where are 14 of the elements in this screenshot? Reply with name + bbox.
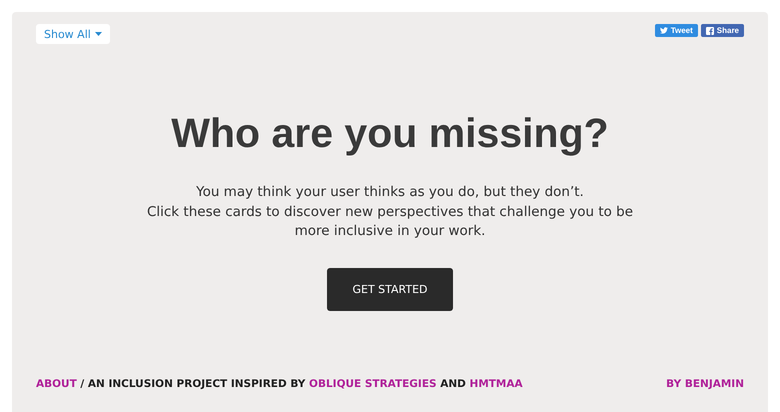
author-link[interactable]: BY BENJAMIN [666,378,744,390]
footer-link[interactable]: HMTMAA [470,378,523,390]
bird-icon [660,27,668,34]
caret-icon [95,32,102,36]
footer-text: ABOUT / AN INCLUSION PROJECT INSPIRED BY OBLIQUE STRATEGIES AND HMTMAA [36,378,523,390]
headline: Who are you missing? [171,110,609,157]
intro-text: You may think your user thinks as you do, but they don’t. Click these cards to discover new perspectives that challenge you to be more inclusive in your work. [146,183,634,242]
filter-dropdown[interactable]: Show All [36,24,110,44]
tweet-button[interactable]: Tweet [654,24,698,37]
f-icon [706,26,714,34]
footer-link[interactable]: ABOUT [36,378,77,390]
get-started-button[interactable]: GET STARTED [327,268,453,311]
share-button[interactable]: Share [700,24,744,37]
footer-link[interactable]: OBLIQUE STRATEGIES [309,378,437,390]
